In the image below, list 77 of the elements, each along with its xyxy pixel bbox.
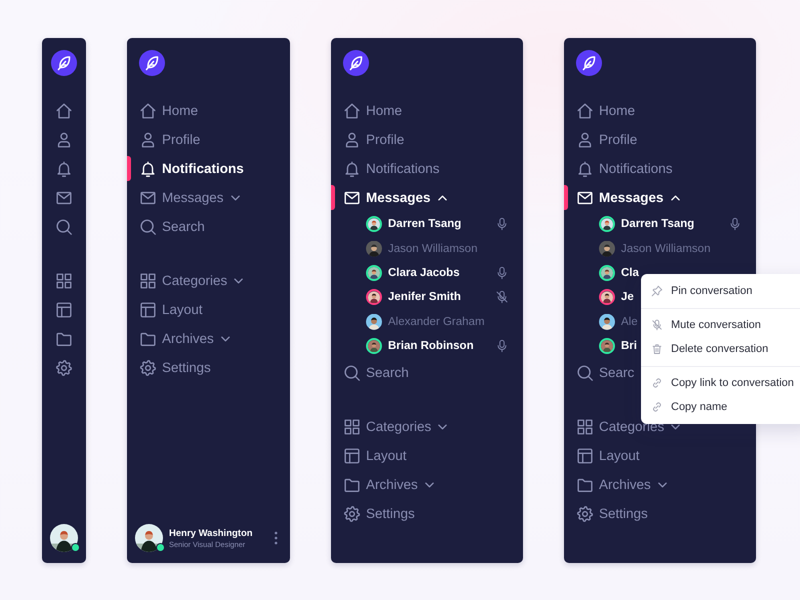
layout-icon (343, 446, 361, 465)
home-icon (343, 102, 361, 120)
nav-item[interactable]: Layout (127, 295, 215, 324)
nav-item[interactable]: Settings (127, 353, 223, 382)
profile-icon (139, 130, 157, 148)
bell-icon (576, 160, 594, 178)
search-icon (139, 218, 157, 236)
contact-item[interactable]: Jason Williamson (331, 236, 492, 261)
grid-icon (139, 272, 157, 290)
nav-item[interactable]: Messages (127, 183, 252, 212)
layout-icon (576, 446, 594, 465)
microphone-icon[interactable] (495, 217, 509, 232)
logo-icon (343, 50, 369, 76)
microphone-icon[interactable] (495, 339, 509, 354)
nav-item[interactable]: Archives (331, 470, 446, 500)
logo-icon (139, 50, 165, 76)
mic-off-icon (651, 319, 663, 332)
home-icon (576, 102, 594, 120)
bell-icon (139, 160, 157, 178)
nav-item[interactable]: Layout (564, 441, 652, 470)
grid-icon (576, 418, 594, 436)
search-icon (55, 218, 73, 236)
search-icon (343, 364, 361, 382)
nav-item[interactable]: Archives (564, 470, 679, 500)
contact-item[interactable]: Jenifer Smith (331, 285, 523, 310)
nav-item[interactable]: Notifications (564, 154, 685, 183)
nav-item[interactable]: Profile (127, 125, 212, 154)
nav-item[interactable]: Search (127, 212, 217, 241)
nav-item[interactable]: Home (331, 96, 414, 125)
microphone-icon[interactable] (495, 266, 509, 280)
user-name: Henry Washington (169, 528, 253, 538)
nav-item[interactable]: Home (564, 96, 648, 125)
nav-item[interactable]: Search (331, 358, 421, 388)
contact-item[interactable]: Darren Tsang (564, 212, 756, 236)
more-icon[interactable] (274, 531, 278, 545)
gear-icon (576, 504, 594, 523)
home-icon (55, 102, 73, 120)
contact-item[interactable]: Alexander Graham (331, 310, 499, 334)
pin-icon (651, 284, 663, 297)
logo-icon (51, 50, 77, 76)
bell-icon (55, 160, 73, 178)
logo-icon (576, 50, 602, 76)
contact-item[interactable]: Darren Tsang (331, 212, 523, 236)
nav-item[interactable]: Messages (331, 183, 459, 212)
nav-item[interactable]: Profile (331, 125, 416, 154)
nav-item[interactable]: Notifications (127, 154, 256, 183)
contact-item[interactable]: Jason Williamson (564, 236, 724, 261)
grid-icon (55, 272, 73, 290)
link-icon (651, 400, 663, 413)
gear-icon (55, 358, 73, 376)
contact-item[interactable]: Clara Jacobs (331, 260, 523, 286)
nav-item[interactable]: Messages (564, 183, 692, 212)
microphone-icon[interactable] (728, 217, 742, 232)
contact-item[interactable]: Brian Robinson (331, 334, 523, 358)
search-icon (576, 364, 594, 382)
gear-icon (139, 358, 157, 376)
nav-item[interactable]: Notifications (331, 154, 452, 183)
grid-icon (343, 418, 361, 436)
nav-item[interactable]: Home (127, 96, 210, 125)
layout-icon (55, 300, 73, 318)
trash-icon (651, 342, 663, 355)
nav-item[interactable]: Layout (331, 441, 419, 470)
nav-item[interactable]: Settings (564, 499, 660, 528)
gear-icon (343, 504, 361, 523)
nav-item[interactable]: Categories (127, 266, 256, 295)
nav-item[interactable]: Categories (331, 412, 460, 442)
profile-icon (55, 130, 73, 148)
layout-icon (139, 300, 157, 318)
link-icon (651, 377, 663, 390)
bell-icon (343, 160, 361, 178)
nav-item[interactable]: Settings (331, 499, 427, 528)
home-icon (139, 102, 157, 120)
nav-item[interactable]: Archives (127, 324, 242, 353)
nav-item[interactable]: Profile (564, 125, 650, 154)
profile-icon (576, 130, 594, 148)
profile-icon (343, 130, 361, 148)
muted-microphone-icon[interactable] (495, 290, 509, 304)
